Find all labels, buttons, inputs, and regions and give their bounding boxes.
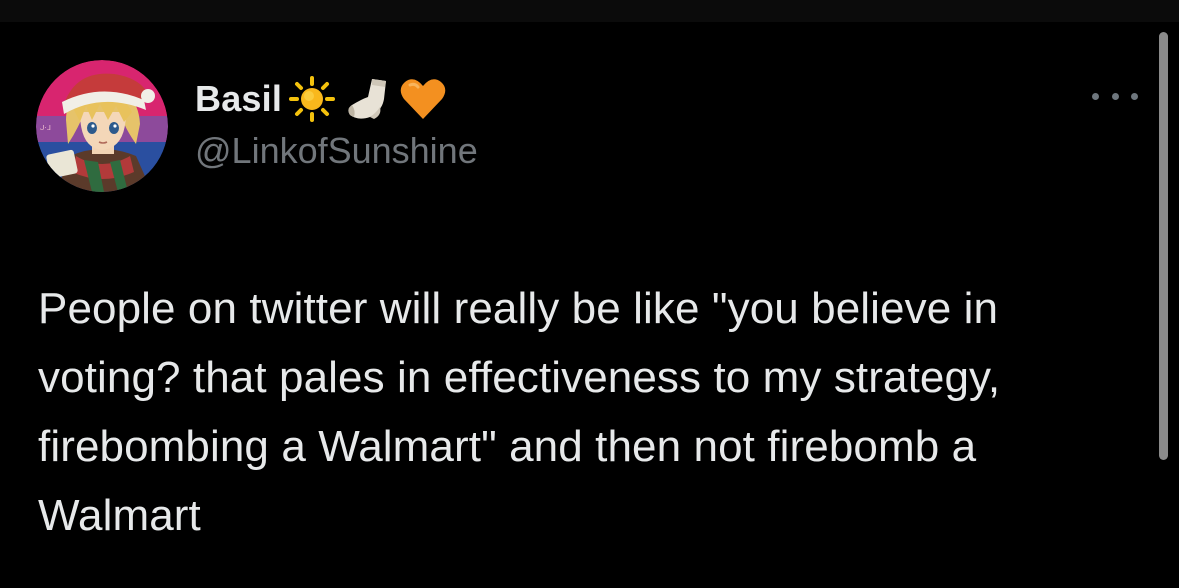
more-dot — [1111, 92, 1119, 100]
more-dot — [1131, 92, 1138, 100]
sock-icon — [342, 75, 392, 123]
more-dot — [1092, 92, 1099, 100]
sun-icon — [288, 75, 336, 123]
more-options-icon[interactable] — [1092, 84, 1138, 108]
display-name[interactable]: Basil — [195, 78, 282, 120]
name-row[interactable]: Basil — [195, 74, 448, 124]
top-bar — [0, 0, 1179, 22]
tweet-text: People on twitter will really be like "y… — [38, 284, 1001, 540]
scrollbar[interactable] — [1159, 32, 1168, 460]
svg-text:ᒍ·ᒧ: ᒍ·ᒧ — [40, 124, 51, 132]
user-handle[interactable]: @LinkofSunshine — [195, 130, 478, 172]
tweet[interactable]: ᒍ·ᒧ Basil @LinkofSunshine People on twit… — [0, 22, 1179, 588]
orange-heart-icon — [398, 75, 448, 123]
avatar[interactable]: ᒍ·ᒧ — [36, 60, 168, 192]
